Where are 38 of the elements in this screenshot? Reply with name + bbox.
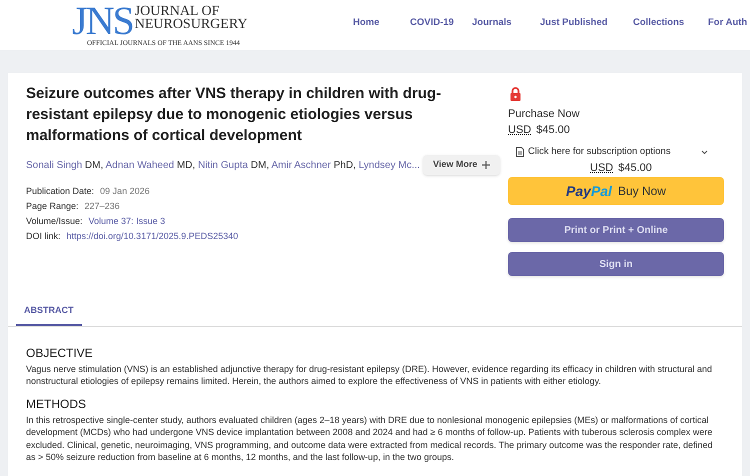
price: $45.00 (536, 123, 570, 137)
nav-link[interactable]: For Auth (708, 17, 748, 28)
plus-icon (482, 161, 490, 169)
logo-text: JOURNAL OF (134, 5, 220, 18)
author-list: Sonali Singh DM, Adnan Waheed MD, Nitin Gupta DM, Amir Aschner PhD, Lyndsey Mc... (26, 158, 417, 172)
meta-label: Page Range: (26, 200, 79, 212)
nav-link[interactable]: Journals (472, 17, 512, 28)
meta-link[interactable]: Volume 37: Issue 3 (88, 215, 166, 227)
nav-link[interactable]: COVID-19 (410, 17, 454, 28)
meta-label: Volume/Issue: (26, 215, 83, 227)
logo-mark[interactable]: JNS (72, 5, 133, 37)
article-title: Seizure outcomes after VNS therapy in children with drug-resistant epilepsy due to monogenic etiologies versus malformations of cortical development (26, 84, 442, 146)
price: $45.00 (618, 161, 652, 176)
abstract-paragraph: Vagus nerve stimulation (VNS) is an established adjunctive therapy for drug-resistant epilepsy (DRE). However, evidence regarding its efficacy in children with structural and nonstructural etiologies of epilepsy remains limited. Herein, the authors aimed to explore the effectiveness of VNS in patients with either etiology. (26, 362, 713, 388)
nav-link[interactable]: Home (353, 17, 380, 28)
logo-text: NEUROSURGERY (134, 18, 248, 32)
subscription-options-link[interactable]: Click here for subscription options (528, 145, 671, 160)
nav-link[interactable]: Collections (633, 17, 684, 28)
section-heading: METHODS (26, 396, 87, 412)
purchase-option-button[interactable]: Sign in (508, 252, 724, 276)
section-heading: OBJECTIVE (26, 344, 94, 361)
tab[interactable]: ABSTRACT (16, 304, 82, 326)
meta-value: 227–236 (84, 200, 120, 212)
document-icon (516, 147, 524, 158)
currency-label: USD (508, 123, 532, 137)
paypal-button[interactable]: PayPal Buy Now (508, 177, 724, 206)
purchase-heading: Purchase Now (508, 107, 581, 121)
meta-value: 09 Jan 2026 (100, 185, 150, 197)
purchase-option-button[interactable]: Print or Print + Online (508, 218, 724, 242)
view-more-button[interactable]: View More (423, 155, 500, 175)
chevron-down-icon[interactable] (700, 150, 708, 155)
currency-label: USD (590, 161, 614, 176)
meta-label: Publication Date: (26, 185, 94, 197)
meta-link[interactable]: https://doi.org/10.3171/2025.9.PEDS25340 (66, 230, 238, 242)
lock-icon (510, 87, 521, 101)
meta-label: DOI link: (26, 230, 61, 242)
abstract-paragraph: In this retrospective single-center study, authors evaluated children (ages 2–18 years) with DRE due to nonlesional monogenic epilepsies (MEs) or malformations of cortical development (MCDs) who had undergone VNS device implantation between 2008 and 2024 and had ≥ 6 months of follow-up. Patients with tuberous sclerosis complex were excluded. Clinical, genetic, neuroimaging, VNS programming, and outcome data were extracted from medical records. The primary outcome was the responder rate, defined as > 50% seizure reduction from baseline at 6 months, 12 months, and the last follow-up, in the two groups. (26, 414, 714, 464)
nav-link[interactable]: Just Published (540, 17, 608, 28)
